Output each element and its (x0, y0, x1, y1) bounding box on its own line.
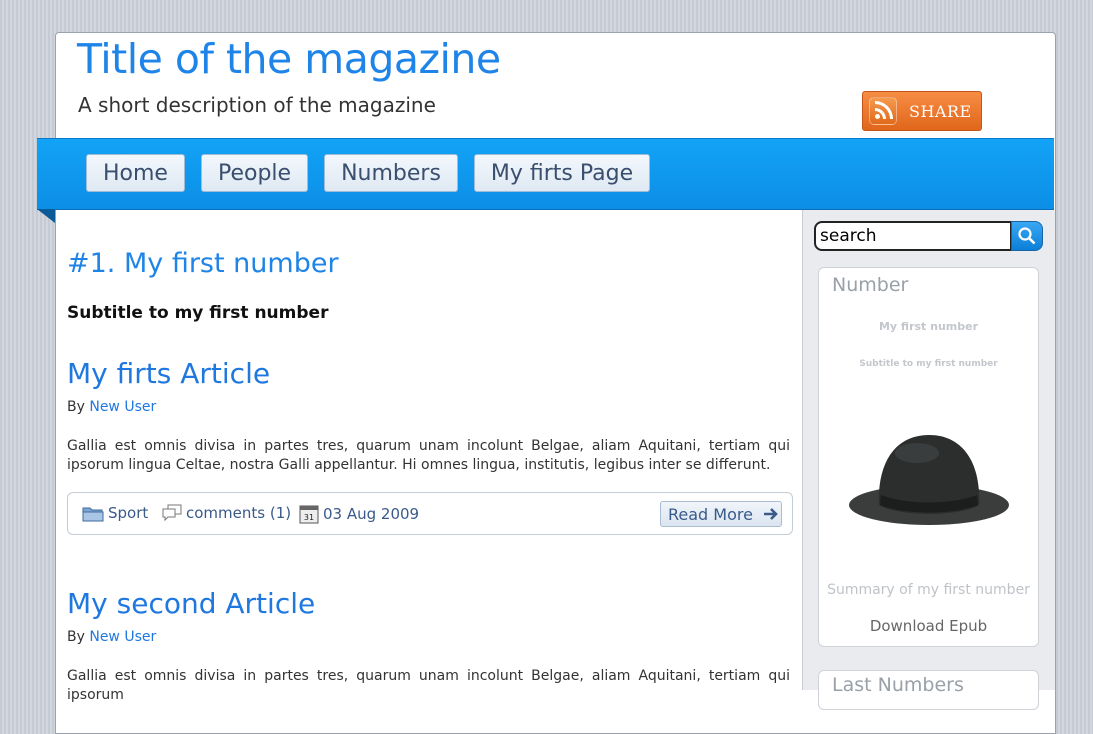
date-label: 03 Aug 2009 (323, 505, 420, 523)
category-label: Sport (108, 504, 149, 522)
article-title[interactable]: My second Article (67, 587, 315, 620)
date-link[interactable]: 31 03 Aug 2009 (299, 504, 419, 524)
last-numbers-title: Last Numbers (832, 674, 964, 696)
comments-link[interactable]: comments (1) (162, 504, 291, 522)
nav-item-my-firts-page[interactable]: My firts Page (473, 154, 651, 192)
author-link[interactable]: New User (89, 399, 156, 415)
article-byline: By New User (67, 629, 156, 645)
share-button[interactable]: SHARE (862, 91, 982, 131)
folder-icon (82, 507, 104, 522)
byline-prefix: By (67, 399, 90, 415)
rss-icon (869, 97, 897, 125)
author-link[interactable]: New User (89, 629, 156, 645)
number-subtitle: Subtitle to my first number (67, 303, 329, 323)
arrow-right-icon (763, 508, 778, 520)
download-epub-link[interactable]: Download Epub (819, 617, 1038, 635)
number-card-title: Number (832, 274, 909, 296)
read-more-button[interactable]: Read More (660, 501, 782, 527)
number-card-tagline: Subtitle to my first number (859, 359, 998, 369)
calendar-icon: 31 (299, 505, 319, 524)
bowler-hat-image[interactable] (847, 423, 1012, 533)
article-meta-bar: Sport comments (1) 31 03 Aug 2009 Read M… (67, 492, 793, 535)
site-description: A short description of the magazine (78, 93, 436, 117)
read-more-label: Read More (668, 504, 753, 524)
number-heading: #1. My first number (67, 248, 339, 279)
article-byline: By New User (67, 399, 156, 415)
nav-item-numbers[interactable]: Numbers (324, 154, 458, 192)
byline-prefix: By (67, 629, 90, 645)
sidebar: Number My first number Subtitle to my fi… (802, 210, 1055, 710)
comments-label: comments (1) (186, 504, 292, 522)
main-navigation: Home People Numbers My firts Page (37, 138, 1054, 210)
article-excerpt: Gallia est omnis divisa in partes tres, … (67, 668, 790, 703)
nav-item-people[interactable]: People (200, 154, 309, 192)
last-numbers-card: Last Numbers (818, 670, 1039, 710)
search-icon (1018, 227, 1036, 245)
svg-text:31: 31 (304, 513, 314, 522)
number-card-subtitle: My first number (878, 320, 979, 333)
site-title[interactable]: Title of the magazine (77, 35, 501, 83)
share-label: SHARE (909, 101, 972, 121)
article-title[interactable]: My firts Article (67, 357, 270, 390)
comments-icon (162, 504, 182, 522)
nav-list: Home People Numbers My firts Page (86, 154, 651, 192)
number-card-summary: Summary of my first number (827, 582, 1030, 598)
search-button[interactable] (1011, 221, 1043, 251)
nav-ribbon-fold (37, 209, 55, 223)
nav-item-home[interactable]: Home (86, 154, 185, 192)
search-input[interactable] (814, 221, 1012, 251)
article-excerpt: Gallia est omnis divisa in partes tres, … (67, 438, 790, 473)
category-link[interactable]: Sport (82, 504, 148, 522)
number-card: Number My first number Subtitle to my fi… (818, 267, 1039, 647)
